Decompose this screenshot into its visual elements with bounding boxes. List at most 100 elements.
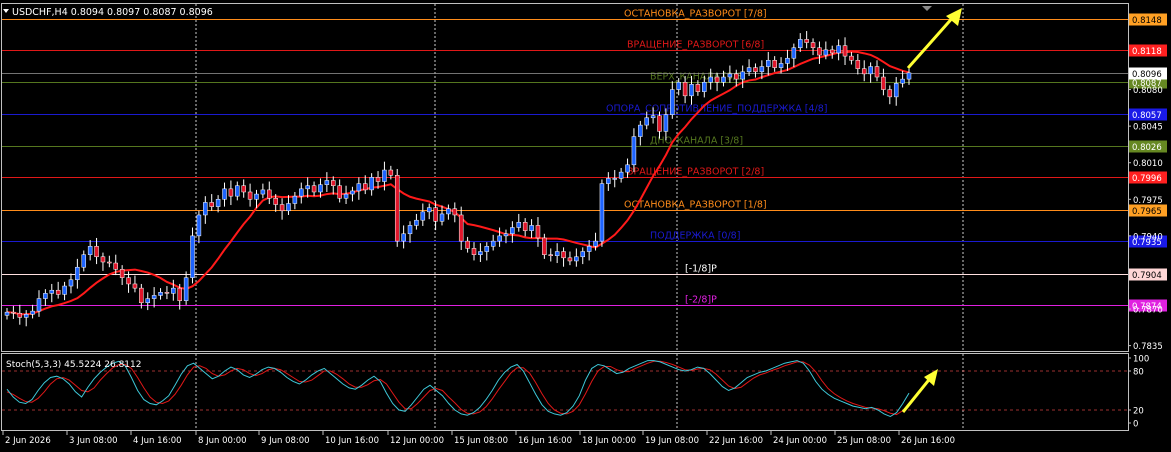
osc-axis-label: 0: [1133, 420, 1138, 430]
candle-body: [17, 312, 23, 318]
candle-body: [695, 84, 701, 92]
price-arrow-line[interactable]: [906, 14, 957, 69]
terminal-chart-window[interactable]: ОСТАНОВКА_РАЗВОРОТ [7/8] 0.8148 ВРАЩЕНИЕ_Р…: [0, 0, 1171, 452]
candle-body: [235, 185, 240, 197]
price-axis-label: 0.8045: [1133, 123, 1163, 133]
candle-body: [4, 311, 10, 316]
price-tag-text: 0.7965: [1132, 207, 1162, 217]
candle-body: [299, 188, 304, 197]
candle-body: [62, 285, 67, 295]
candle-body: [362, 183, 368, 191]
candle-body: [337, 185, 342, 199]
time-axis: 2 Jun 2026 3 Jun 08:00 4 Jun 16:00 8 Jun 00…: [2, 431, 955, 446]
candle-body: [484, 246, 490, 252]
price-tag-text: 0.7996: [1132, 174, 1162, 184]
time-axis-label: 10 Jun 16:00: [325, 436, 379, 446]
candle-body: [823, 49, 829, 56]
candle-body: [618, 171, 624, 179]
candle-body: [631, 136, 637, 166]
candle-body: [279, 204, 285, 212]
candle-body: [331, 180, 336, 186]
time-axis-label: 18 Jun 00:00: [582, 436, 636, 446]
price-tag-text: 0.7904: [1132, 271, 1162, 281]
candle-body: [43, 293, 48, 299]
candle-body: [87, 246, 93, 255]
candle-body: [708, 76, 713, 83]
candle-body: [599, 183, 605, 242]
candle-body: [426, 207, 432, 213]
candle-body: [222, 188, 227, 200]
candle-body: [740, 71, 745, 80]
time-axis-label: 15 Jun 08:00: [454, 436, 508, 446]
time-axis-label: 24 Jun 00:00: [773, 436, 827, 446]
stoch-signal-line: [6, 360, 910, 416]
candle-body: [804, 39, 809, 43]
candle-body: [906, 72, 912, 80]
candle-body: [663, 114, 669, 132]
candle-body: [126, 277, 131, 285]
candle-body: [68, 279, 74, 287]
time-axis-label: 4 Jun 16:00: [133, 436, 182, 446]
level-label: ПОДДЕРЖКА [0/8]: [650, 231, 740, 242]
candle-body: [535, 225, 541, 239]
osc-axis-label: 100: [1133, 355, 1149, 365]
time-axis-label: 2 Jun 2026: [5, 436, 51, 446]
time-axis-label: 22 Jun 16:00: [709, 436, 763, 446]
candle-body: [849, 55, 854, 61]
candle-body: [567, 257, 573, 262]
candle-body: [522, 222, 528, 231]
candle-body: [510, 227, 515, 235]
price-tag-text: 0.8148: [1132, 16, 1162, 26]
stoch-arrow-line[interactable]: [901, 375, 934, 413]
candle-body: [139, 287, 144, 304]
candle-body: [734, 73, 739, 80]
candle-body: [292, 195, 298, 204]
symbol-dropdown-icon[interactable]: [3, 9, 9, 13]
time-axis-label: 19 Jun 08:00: [645, 436, 699, 446]
candle-body: [644, 117, 649, 126]
candle-body: [382, 169, 387, 182]
time-axis-label: 8 Jun 00:00: [198, 436, 247, 446]
candle-body: [151, 295, 157, 299]
candle-body: [113, 262, 119, 270]
candle-body: [171, 287, 176, 294]
candle-body: [209, 202, 214, 207]
price-tag-text: 0.8118: [1132, 47, 1162, 57]
chart-canvas[interactable]: ОСТАНОВКА_РАЗВОРОТ [7/8] 0.8148 ВРАЩЕНИЕ_Р…: [0, 0, 1171, 452]
candle-body: [433, 207, 438, 222]
candle-body: [471, 248, 477, 255]
candle-body: [785, 57, 790, 64]
candle-body: [241, 185, 246, 193]
candle-body: [881, 76, 886, 90]
time-axis-label: 12 Jun 00:00: [390, 436, 444, 446]
candle-body: [893, 83, 899, 98]
candle-body: [836, 45, 841, 54]
candle-body: [670, 89, 675, 115]
stochastic-oscillator: 100 80 20 0: [2, 355, 1149, 430]
candle-body: [810, 42, 816, 49]
candle-body: [273, 198, 278, 205]
candle-body: [721, 76, 726, 83]
candlestick-series: [4, 31, 912, 327]
level-label: ОСТАНОВКА_РАЗВОРОТ [7/8]: [624, 9, 767, 20]
candle-body: [119, 269, 125, 278]
candle-body: [612, 178, 617, 180]
oscillator-title: Stoch(5,3,3) 45.5224 26.8112: [6, 360, 141, 370]
candle-body: [81, 254, 87, 268]
candle-body: [375, 177, 381, 182]
candle-body: [318, 184, 323, 193]
candle-body: [49, 289, 55, 294]
candle-body: [868, 66, 873, 75]
candle-body: [446, 208, 451, 215]
candle-body: [593, 240, 598, 247]
chart-shift-marker-icon[interactable]: [922, 6, 932, 11]
candle-body: [401, 233, 406, 242]
osc-axis-label: 20: [1133, 407, 1144, 417]
level-label: ВРАЩЕНИЕ_РАЗВОРОТ [6/8]: [627, 40, 764, 51]
candle-body: [465, 240, 470, 249]
price-axis-label: 0.8080: [1133, 86, 1163, 96]
candle-body: [516, 222, 522, 228]
level-label: ДНО_КАНАЛА [3/8]: [650, 136, 743, 147]
candle-body: [676, 82, 681, 90]
candle-body: [638, 124, 643, 137]
